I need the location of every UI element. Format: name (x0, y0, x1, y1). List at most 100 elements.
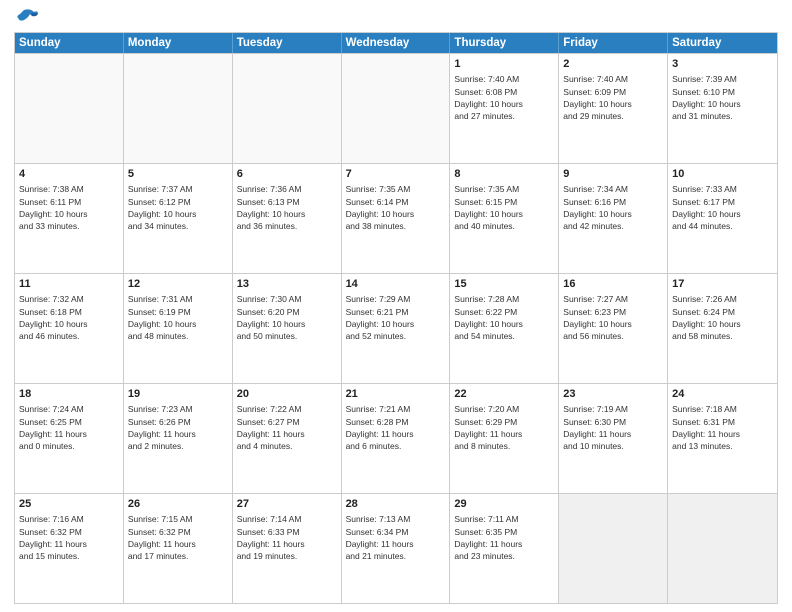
cal-cell-day-23: 23Sunrise: 7:19 AM Sunset: 6:30 PM Dayli… (559, 384, 668, 493)
day-info: Sunrise: 7:37 AM Sunset: 6:12 PM Dayligh… (128, 183, 228, 232)
day-number: 22 (454, 387, 554, 402)
day-info: Sunrise: 7:35 AM Sunset: 6:14 PM Dayligh… (346, 183, 446, 232)
cal-cell-day-18: 18Sunrise: 7:24 AM Sunset: 6:25 PM Dayli… (15, 384, 124, 493)
calendar-body: 1Sunrise: 7:40 AM Sunset: 6:08 PM Daylig… (15, 53, 777, 603)
day-number: 24 (672, 387, 773, 402)
day-number: 11 (19, 277, 119, 292)
cal-cell-day-27: 27Sunrise: 7:14 AM Sunset: 6:33 PM Dayli… (233, 494, 342, 603)
day-number: 3 (672, 57, 773, 72)
cal-cell-empty (342, 54, 451, 163)
day-number: 29 (454, 497, 554, 512)
calendar: SundayMondayTuesdayWednesdayThursdayFrid… (14, 32, 778, 604)
cal-cell-day-10: 10Sunrise: 7:33 AM Sunset: 6:17 PM Dayli… (668, 164, 777, 273)
cal-header-wednesday: Wednesday (342, 33, 451, 53)
day-info: Sunrise: 7:28 AM Sunset: 6:22 PM Dayligh… (454, 293, 554, 342)
cal-cell-empty (233, 54, 342, 163)
day-info: Sunrise: 7:13 AM Sunset: 6:34 PM Dayligh… (346, 513, 446, 562)
page: SundayMondayTuesdayWednesdayThursdayFrid… (0, 0, 792, 612)
calendar-week-5: 25Sunrise: 7:16 AM Sunset: 6:32 PM Dayli… (15, 493, 777, 603)
day-info: Sunrise: 7:19 AM Sunset: 6:30 PM Dayligh… (563, 403, 663, 452)
cal-cell-day-14: 14Sunrise: 7:29 AM Sunset: 6:21 PM Dayli… (342, 274, 451, 383)
day-number: 1 (454, 57, 554, 72)
calendar-week-2: 4Sunrise: 7:38 AM Sunset: 6:11 PM Daylig… (15, 163, 777, 273)
cal-cell-day-13: 13Sunrise: 7:30 AM Sunset: 6:20 PM Dayli… (233, 274, 342, 383)
day-info: Sunrise: 7:16 AM Sunset: 6:32 PM Dayligh… (19, 513, 119, 562)
cal-cell-day-22: 22Sunrise: 7:20 AM Sunset: 6:29 PM Dayli… (450, 384, 559, 493)
day-number: 6 (237, 167, 337, 182)
day-info: Sunrise: 7:40 AM Sunset: 6:08 PM Dayligh… (454, 73, 554, 122)
day-number: 2 (563, 57, 663, 72)
cal-cell-day-12: 12Sunrise: 7:31 AM Sunset: 6:19 PM Dayli… (124, 274, 233, 383)
cal-header-tuesday: Tuesday (233, 33, 342, 53)
logo (14, 12, 38, 26)
cal-cell-empty (559, 494, 668, 603)
calendar-week-4: 18Sunrise: 7:24 AM Sunset: 6:25 PM Dayli… (15, 383, 777, 493)
day-info: Sunrise: 7:35 AM Sunset: 6:15 PM Dayligh… (454, 183, 554, 232)
cal-cell-empty (124, 54, 233, 163)
day-number: 19 (128, 387, 228, 402)
day-number: 10 (672, 167, 773, 182)
day-info: Sunrise: 7:30 AM Sunset: 6:20 PM Dayligh… (237, 293, 337, 342)
day-number: 13 (237, 277, 337, 292)
day-number: 9 (563, 167, 663, 182)
day-number: 17 (672, 277, 773, 292)
day-info: Sunrise: 7:33 AM Sunset: 6:17 PM Dayligh… (672, 183, 773, 232)
cal-cell-day-7: 7Sunrise: 7:35 AM Sunset: 6:14 PM Daylig… (342, 164, 451, 273)
day-number: 23 (563, 387, 663, 402)
cal-cell-day-3: 3Sunrise: 7:39 AM Sunset: 6:10 PM Daylig… (668, 54, 777, 163)
cal-cell-day-1: 1Sunrise: 7:40 AM Sunset: 6:08 PM Daylig… (450, 54, 559, 163)
day-number: 21 (346, 387, 446, 402)
calendar-header: SundayMondayTuesdayWednesdayThursdayFrid… (15, 33, 777, 53)
day-info: Sunrise: 7:14 AM Sunset: 6:33 PM Dayligh… (237, 513, 337, 562)
day-info: Sunrise: 7:34 AM Sunset: 6:16 PM Dayligh… (563, 183, 663, 232)
day-info: Sunrise: 7:27 AM Sunset: 6:23 PM Dayligh… (563, 293, 663, 342)
day-info: Sunrise: 7:23 AM Sunset: 6:26 PM Dayligh… (128, 403, 228, 452)
day-number: 25 (19, 497, 119, 512)
cal-cell-day-9: 9Sunrise: 7:34 AM Sunset: 6:16 PM Daylig… (559, 164, 668, 273)
cal-cell-day-21: 21Sunrise: 7:21 AM Sunset: 6:28 PM Dayli… (342, 384, 451, 493)
cal-header-friday: Friday (559, 33, 668, 53)
day-number: 28 (346, 497, 446, 512)
cal-cell-day-17: 17Sunrise: 7:26 AM Sunset: 6:24 PM Dayli… (668, 274, 777, 383)
cal-cell-day-11: 11Sunrise: 7:32 AM Sunset: 6:18 PM Dayli… (15, 274, 124, 383)
calendar-week-1: 1Sunrise: 7:40 AM Sunset: 6:08 PM Daylig… (15, 53, 777, 163)
day-number: 18 (19, 387, 119, 402)
cal-cell-day-25: 25Sunrise: 7:16 AM Sunset: 6:32 PM Dayli… (15, 494, 124, 603)
cal-header-monday: Monday (124, 33, 233, 53)
day-info: Sunrise: 7:22 AM Sunset: 6:27 PM Dayligh… (237, 403, 337, 452)
day-number: 8 (454, 167, 554, 182)
day-number: 4 (19, 167, 119, 182)
day-info: Sunrise: 7:32 AM Sunset: 6:18 PM Dayligh… (19, 293, 119, 342)
header (14, 12, 778, 26)
day-number: 20 (237, 387, 337, 402)
cal-cell-day-5: 5Sunrise: 7:37 AM Sunset: 6:12 PM Daylig… (124, 164, 233, 273)
day-info: Sunrise: 7:11 AM Sunset: 6:35 PM Dayligh… (454, 513, 554, 562)
logo-bird-icon (16, 8, 38, 26)
cal-cell-day-26: 26Sunrise: 7:15 AM Sunset: 6:32 PM Dayli… (124, 494, 233, 603)
cal-cell-day-28: 28Sunrise: 7:13 AM Sunset: 6:34 PM Dayli… (342, 494, 451, 603)
calendar-week-3: 11Sunrise: 7:32 AM Sunset: 6:18 PM Dayli… (15, 273, 777, 383)
cal-cell-day-24: 24Sunrise: 7:18 AM Sunset: 6:31 PM Dayli… (668, 384, 777, 493)
cal-cell-empty (15, 54, 124, 163)
day-number: 26 (128, 497, 228, 512)
day-number: 14 (346, 277, 446, 292)
cal-cell-day-29: 29Sunrise: 7:11 AM Sunset: 6:35 PM Dayli… (450, 494, 559, 603)
day-info: Sunrise: 7:21 AM Sunset: 6:28 PM Dayligh… (346, 403, 446, 452)
day-number: 5 (128, 167, 228, 182)
cal-cell-empty (668, 494, 777, 603)
day-info: Sunrise: 7:31 AM Sunset: 6:19 PM Dayligh… (128, 293, 228, 342)
day-info: Sunrise: 7:18 AM Sunset: 6:31 PM Dayligh… (672, 403, 773, 452)
cal-header-sunday: Sunday (15, 33, 124, 53)
day-info: Sunrise: 7:29 AM Sunset: 6:21 PM Dayligh… (346, 293, 446, 342)
cal-cell-day-15: 15Sunrise: 7:28 AM Sunset: 6:22 PM Dayli… (450, 274, 559, 383)
day-info: Sunrise: 7:24 AM Sunset: 6:25 PM Dayligh… (19, 403, 119, 452)
day-number: 16 (563, 277, 663, 292)
day-number: 15 (454, 277, 554, 292)
day-info: Sunrise: 7:38 AM Sunset: 6:11 PM Dayligh… (19, 183, 119, 232)
cal-cell-day-4: 4Sunrise: 7:38 AM Sunset: 6:11 PM Daylig… (15, 164, 124, 273)
day-info: Sunrise: 7:15 AM Sunset: 6:32 PM Dayligh… (128, 513, 228, 562)
day-number: 27 (237, 497, 337, 512)
cal-cell-day-16: 16Sunrise: 7:27 AM Sunset: 6:23 PM Dayli… (559, 274, 668, 383)
day-number: 7 (346, 167, 446, 182)
day-info: Sunrise: 7:26 AM Sunset: 6:24 PM Dayligh… (672, 293, 773, 342)
